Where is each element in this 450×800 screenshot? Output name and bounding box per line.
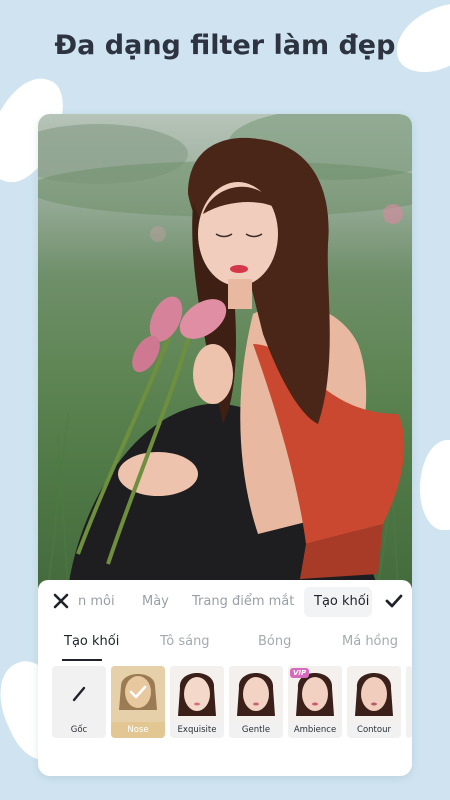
feature-toolbar: n môi Mày Trang điểm mắt Tạo khối	[38, 580, 412, 624]
portrait-photo	[38, 114, 412, 589]
phone-screen: n môi Mày Trang điểm mắt Tạo khối Tạo kh…	[38, 114, 412, 776]
effect-exquisite[interactable]: Exquisite	[170, 666, 224, 738]
effect-original[interactable]: Gốc	[52, 666, 106, 738]
effect-ambience[interactable]: VIP Ambience	[288, 666, 342, 738]
subtab-shadow[interactable]: Bóng	[258, 634, 291, 649]
tab-lips[interactable]: n môi	[78, 594, 115, 609]
close-icon[interactable]	[50, 590, 72, 612]
headline: Đa dạng filter làm đẹp	[54, 30, 396, 61]
tab-eye-makeup[interactable]: Trang điểm mắt	[192, 594, 294, 609]
portrait-illustration	[38, 114, 412, 589]
subtab-bar: Tạo khối Tô sáng Bóng Má hồng	[38, 626, 412, 661]
subtab-underline	[62, 659, 102, 661]
tab-contour[interactable]: Tạo khối	[314, 594, 369, 609]
effect-label: Nose	[127, 725, 149, 735]
face-thumbnail	[347, 666, 401, 722]
slash-icon	[52, 666, 106, 722]
effect-list: Gốc Nose Exquisite Gentle VIP Ambience C…	[52, 666, 412, 738]
effect-contour[interactable]: Contour	[347, 666, 401, 738]
subtab-contour[interactable]: Tạo khối	[64, 634, 119, 649]
check-icon	[129, 685, 147, 699]
effect-label: Contour	[357, 725, 391, 735]
subtab-highlight[interactable]: Tô sáng	[160, 634, 210, 649]
decor-blob	[420, 440, 450, 530]
tab-eyebrows[interactable]: Mày	[142, 594, 169, 609]
face-thumbnail	[170, 666, 224, 722]
effect-label: Gentle	[241, 725, 271, 735]
effect-label: Exquisite	[177, 725, 217, 735]
check-icon[interactable]	[382, 590, 406, 612]
subtab-blush[interactable]: Má hồng	[342, 634, 398, 649]
effect-partial[interactable]	[406, 666, 412, 738]
face-thumbnail	[229, 666, 283, 722]
effect-nose[interactable]: Nose	[111, 666, 165, 738]
vip-badge: VIP	[290, 668, 310, 678]
effect-label: Ambience	[293, 725, 337, 735]
effect-label: Gốc	[70, 725, 88, 735]
effect-gentle[interactable]: Gentle	[229, 666, 283, 738]
beauty-panel: n môi Mày Trang điểm mắt Tạo khối Tạo kh…	[38, 580, 412, 776]
